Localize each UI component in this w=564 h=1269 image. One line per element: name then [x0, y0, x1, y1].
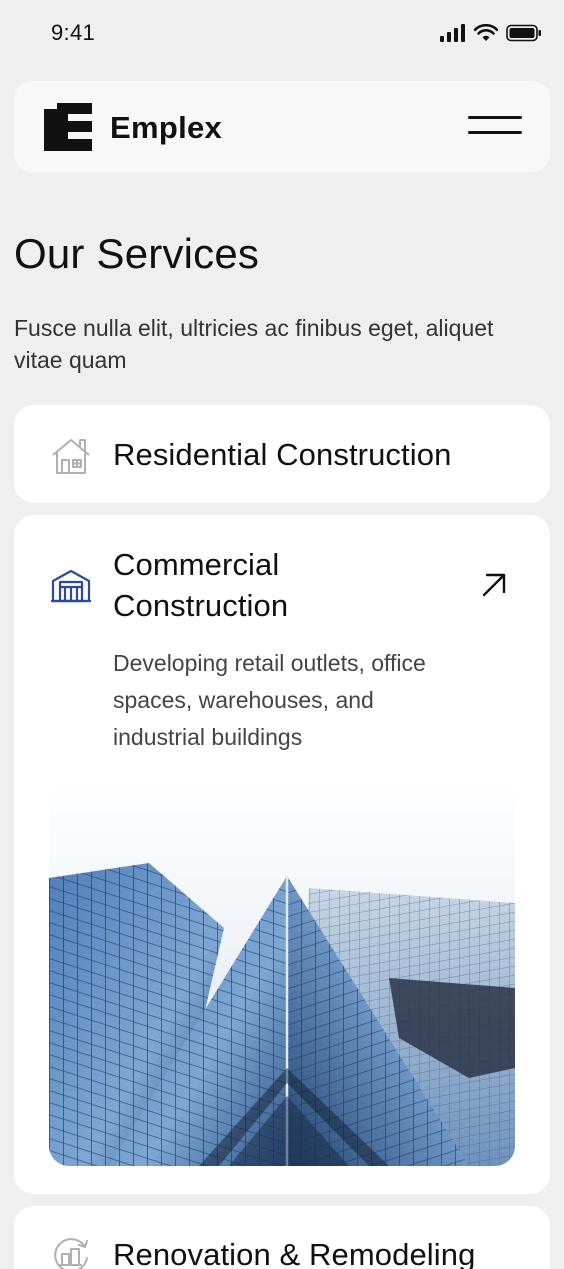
- service-title: Commercial Construction: [113, 547, 289, 623]
- service-card-renovation[interactable]: Renovation & Remodeling: [14, 1206, 550, 1269]
- house-icon: [52, 439, 90, 474]
- logo-icon[interactable]: [44, 103, 92, 151]
- wifi-icon: [474, 24, 498, 41]
- hamburger-menu-icon[interactable]: [468, 112, 524, 140]
- app-header: Emplex: [14, 81, 550, 172]
- service-title: Residential Construction: [113, 437, 452, 472]
- service-title: Renovation & Remodeling: [113, 1237, 476, 1269]
- menu-line-bottom: [468, 131, 522, 134]
- status-time: 9:41: [51, 20, 96, 45]
- battery-icon: [506, 24, 541, 42]
- service-card-residential[interactable]: Residential Construction: [14, 405, 550, 503]
- menu-line-top: [468, 116, 522, 119]
- page-subtitle: Fusce nulla elit, ultricies ac finibus e…: [14, 315, 494, 373]
- status-icons: [440, 24, 542, 42]
- commercial-building-image: [49, 778, 515, 1166]
- services-page: 9:41 Emplex Our Services Fusce nulla eli…: [0, 0, 564, 1269]
- renovation-icon: [54, 1238, 88, 1269]
- service-card-commercial[interactable]: Commercial Construction Developing retai…: [14, 515, 550, 1194]
- page-title: Our Services: [14, 230, 260, 277]
- service-description: Developing retail outlets, office spaces…: [113, 650, 426, 750]
- arrow-up-right-icon[interactable]: [478, 569, 510, 601]
- brand-name[interactable]: Emplex: [110, 110, 222, 146]
- warehouse-icon: [51, 569, 91, 603]
- status-bar: 9:41: [0, 0, 564, 70]
- signal-icon: [440, 24, 465, 42]
